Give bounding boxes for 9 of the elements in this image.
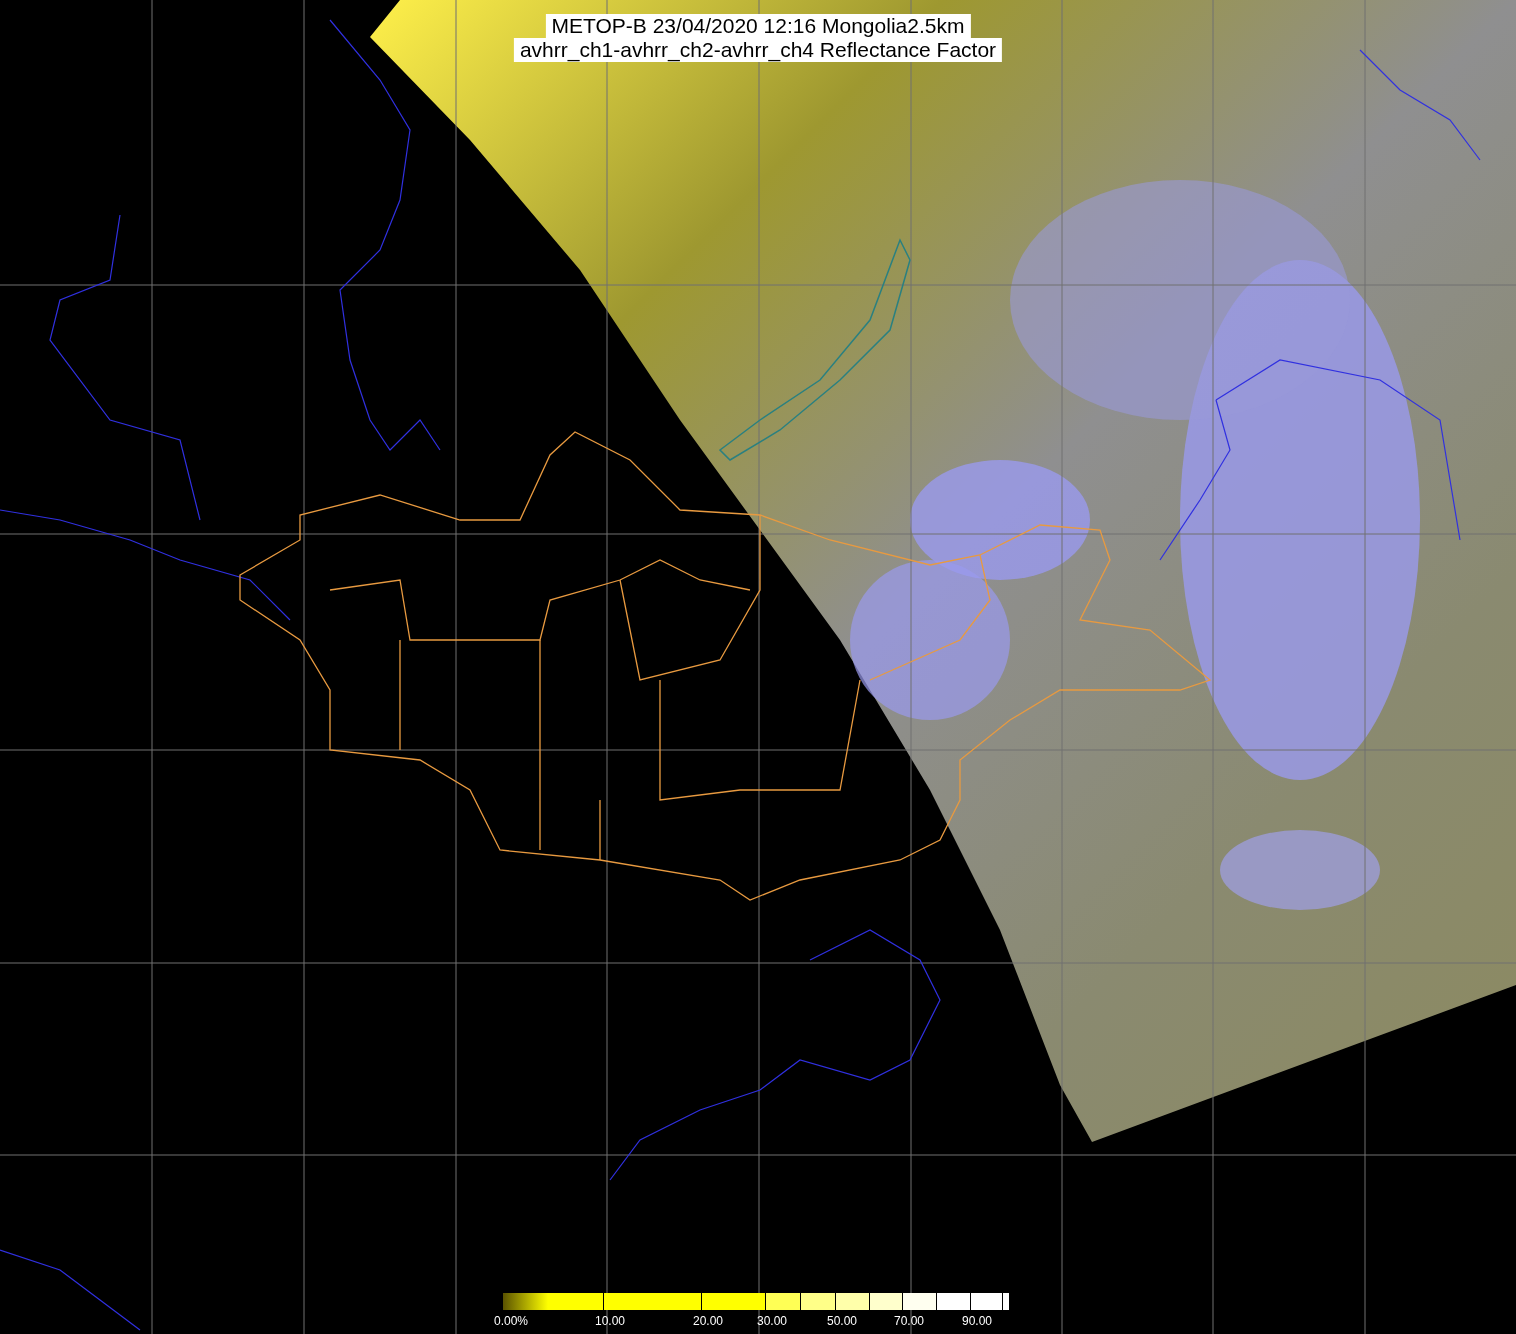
colorbar-label: 10.00 bbox=[595, 1314, 626, 1328]
colorbar-label: 90.00 bbox=[962, 1314, 993, 1328]
colorbar-label: 70.00 bbox=[894, 1314, 925, 1328]
image-title: METOP-B 23/04/2020 12:16 Mongolia2.5km bbox=[545, 14, 971, 38]
colorbar-label: 50.00 bbox=[827, 1314, 858, 1328]
colorbar-label: 20.00 bbox=[693, 1314, 724, 1328]
image-subtitle: avhrr_ch1-avhrr_ch2-avhrr_ch4 Reflectance Factor bbox=[513, 38, 1003, 62]
colorbar-label: 30.00 bbox=[757, 1314, 788, 1328]
colorbar-label: 0.00% bbox=[494, 1314, 529, 1328]
